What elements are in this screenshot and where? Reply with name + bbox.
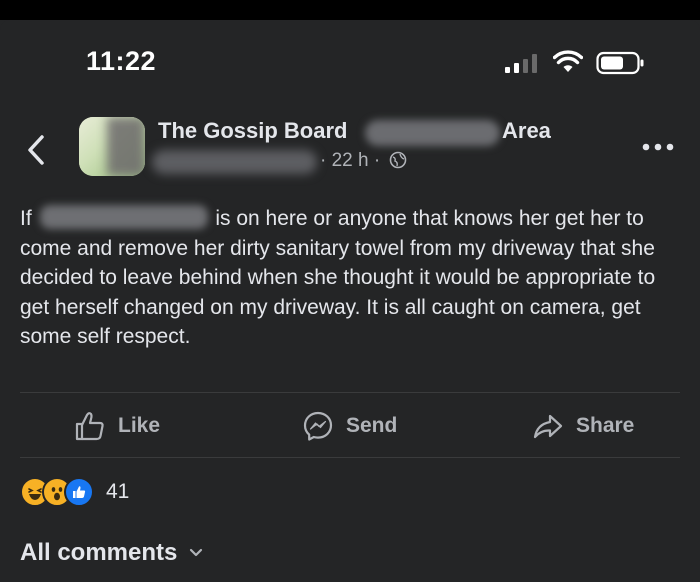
redacted-poster-name <box>152 150 317 174</box>
group-name-suffix[interactable]: Area <box>502 118 551 144</box>
divider <box>20 392 680 393</box>
wifi-icon <box>553 50 583 72</box>
send-button[interactable]: Send <box>302 408 397 444</box>
more-options-icon[interactable] <box>641 140 675 154</box>
battery-icon <box>596 51 644 75</box>
divider <box>20 457 680 458</box>
like-button[interactable]: Like <box>74 408 160 444</box>
back-arrow-icon[interactable] <box>24 133 48 167</box>
post-text: If is on here or anyone that knows her g… <box>20 204 680 352</box>
globe-icon <box>390 151 407 169</box>
screen-top <box>0 20 700 30</box>
post-text-start: If <box>20 207 32 230</box>
chevron-down-icon <box>190 548 203 557</box>
post-age: · 22 h · <box>320 150 381 171</box>
send-label: Send <box>346 414 398 437</box>
group-name[interactable]: The Gossip Board <box>158 118 347 144</box>
like-reaction-icon <box>64 477 94 507</box>
thumbs-up-icon <box>75 412 104 441</box>
share-button[interactable]: Share <box>532 408 634 444</box>
share-label: Share <box>576 414 635 437</box>
redacted-name-segment <box>365 120 500 146</box>
messenger-icon <box>303 411 333 441</box>
group-avatar[interactable] <box>79 117 145 176</box>
post-meta: · 22 h · <box>320 150 407 172</box>
reaction-icons[interactable] <box>20 477 94 507</box>
redacted-person-name <box>39 205 208 229</box>
cellular-signal-icon <box>505 54 537 73</box>
all-comments-button[interactable]: All comments <box>20 539 203 567</box>
screen: 11:22 The Gossip Board Area · 22 h · If … <box>0 0 700 582</box>
like-label: Like <box>118 414 161 437</box>
reaction-count[interactable]: 41 <box>106 480 129 504</box>
all-comments-label: All comments <box>20 539 178 566</box>
share-arrow-icon <box>533 414 563 439</box>
top-edge <box>0 0 700 20</box>
status-time: 11:22 <box>86 46 157 76</box>
